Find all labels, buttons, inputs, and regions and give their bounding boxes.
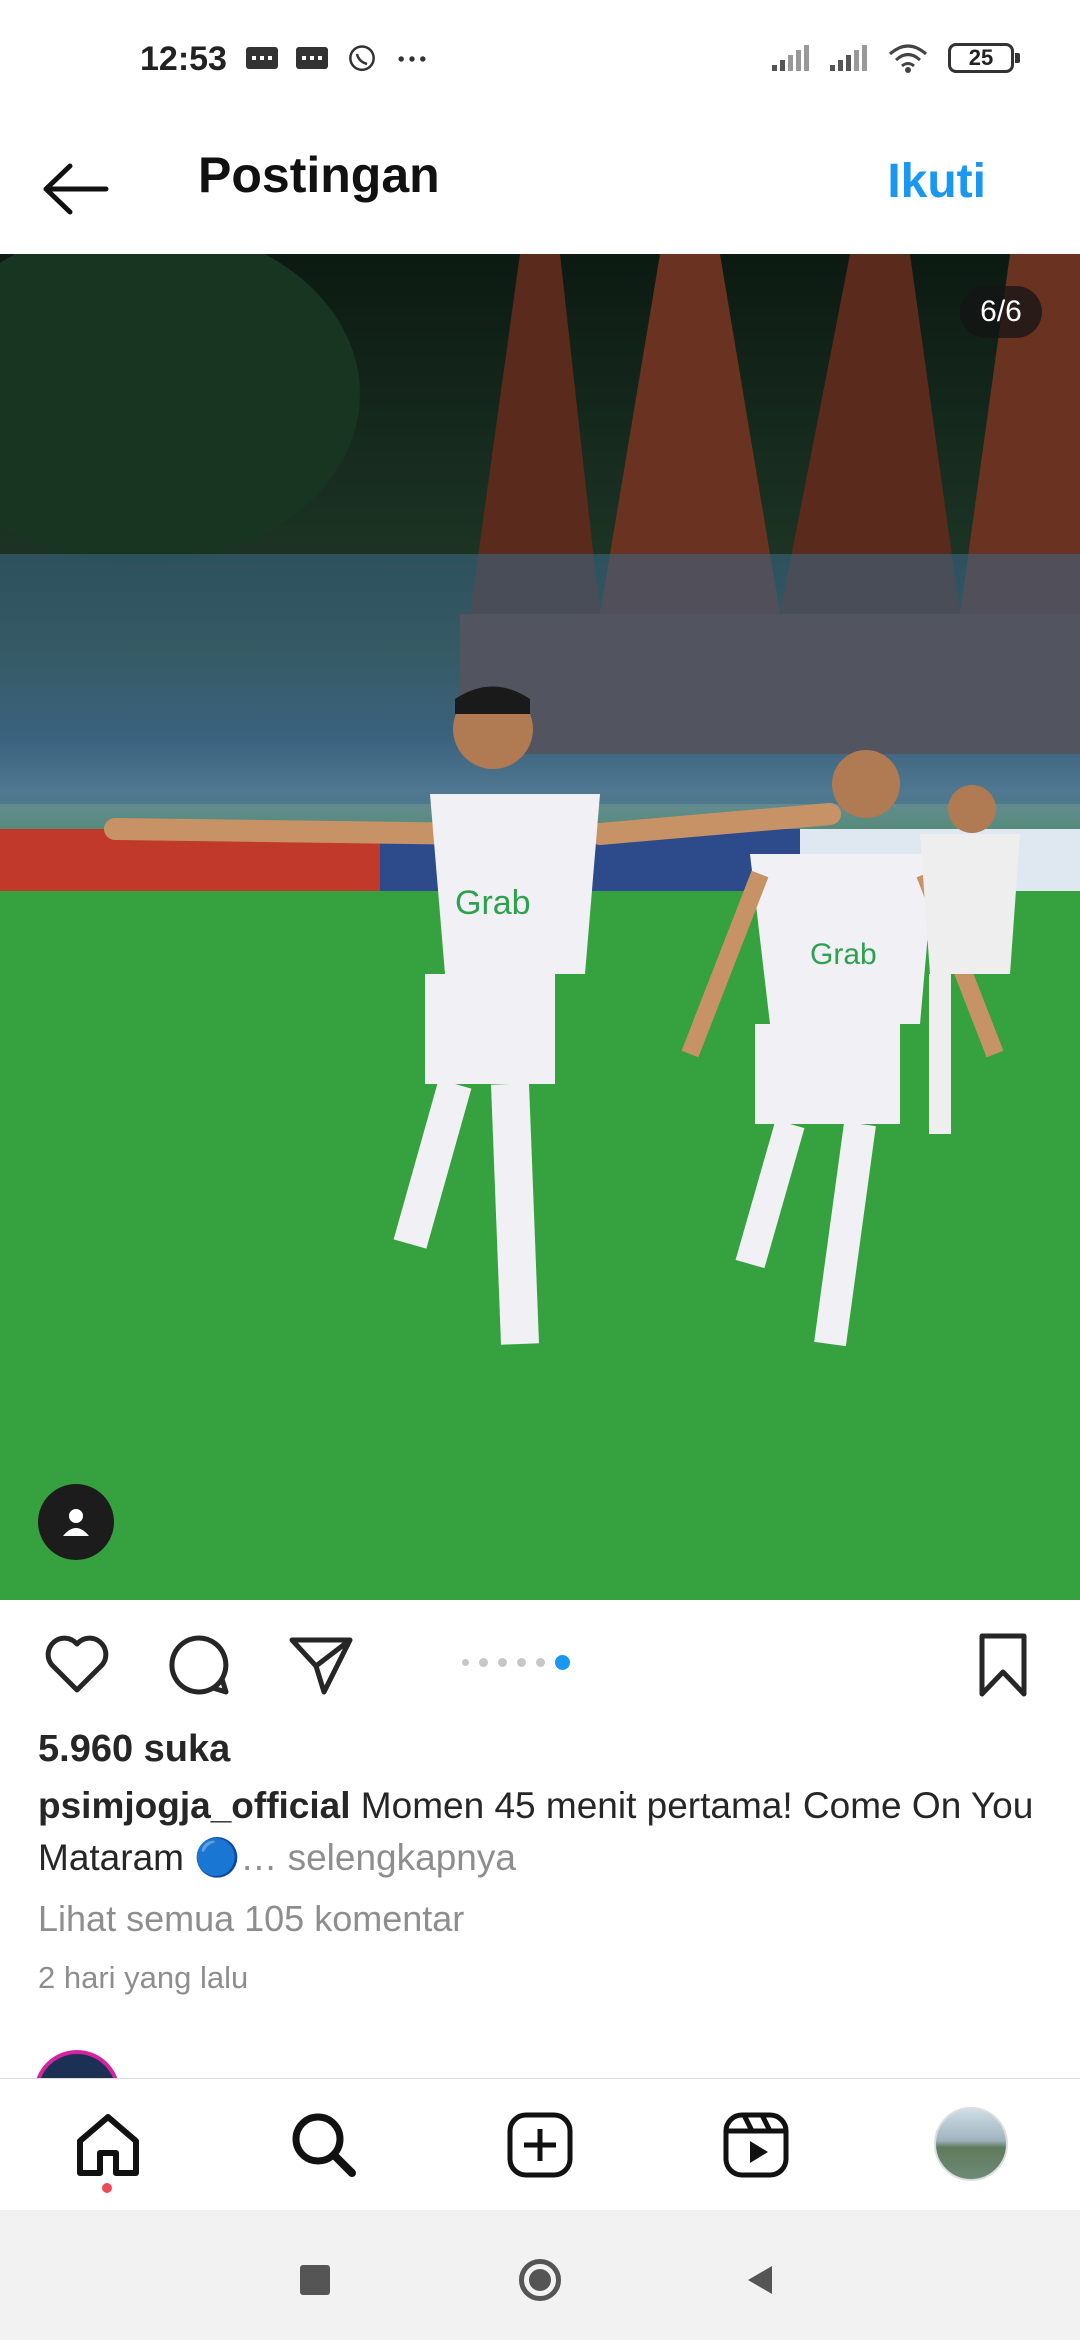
- more-dots-icon: [398, 56, 426, 62]
- caption-username[interactable]: psimjogja_official: [38, 1785, 351, 1826]
- notification-dot: [102, 2183, 112, 2193]
- home-circle-icon[interactable]: [510, 2250, 570, 2310]
- follow-button[interactable]: Ikuti: [887, 154, 986, 209]
- comment-icon[interactable]: [164, 1630, 234, 1700]
- profile-avatar[interactable]: [934, 2107, 1008, 2181]
- bottom-navigation: [0, 2078, 1080, 2211]
- carousel-dot: [498, 1658, 507, 1667]
- post-actions: [0, 1600, 1080, 1720]
- celebration-photo: Grab Grab: [0, 254, 1080, 1600]
- status-bar: 12:53 25: [0, 0, 1080, 124]
- carousel-dot-active: [555, 1655, 570, 1670]
- carousel-indicator: [462, 1655, 570, 1670]
- message-icon: [296, 47, 328, 69]
- tag-people-button[interactable]: [38, 1484, 114, 1560]
- caption-more-link[interactable]: … selengkapnya: [240, 1837, 516, 1878]
- bookmark-icon[interactable]: [968, 1630, 1038, 1700]
- reels-icon[interactable]: [718, 2107, 794, 2183]
- post-image[interactable]: Grab Grab 6/6: [0, 254, 1080, 1600]
- signal-icon: [830, 45, 867, 71]
- home-icon[interactable]: [70, 2107, 146, 2183]
- heart-icon[interactable]: [42, 1630, 112, 1700]
- svg-text:Grab: Grab: [455, 884, 531, 922]
- search-icon[interactable]: [286, 2107, 362, 2183]
- wifi-icon: [889, 44, 927, 73]
- create-icon[interactable]: [502, 2107, 578, 2183]
- share-icon[interactable]: [286, 1630, 356, 1700]
- post-timestamp: 2 hari yang lalu: [38, 1960, 249, 1995]
- back-triangle-icon[interactable]: [730, 2250, 790, 2310]
- back-arrow-icon[interactable]: [36, 154, 116, 224]
- carousel-dot: [479, 1658, 488, 1667]
- svg-text:Grab: Grab: [810, 938, 877, 971]
- post-caption: psimjogja_official Momen 45 menit pertam…: [38, 1780, 1048, 1884]
- status-time: 12:53: [140, 40, 227, 78]
- carousel-dot: [517, 1658, 526, 1667]
- person-icon: [63, 1509, 89, 1536]
- top-bar: Postingan Ikuti: [0, 124, 1080, 255]
- battery-icon: 25: [948, 43, 1020, 73]
- recents-icon[interactable]: [285, 2250, 345, 2310]
- page-title: Postingan: [198, 147, 440, 203]
- message-icon: [246, 47, 278, 69]
- whatsapp-icon: [349, 45, 375, 72]
- carousel-dot: [536, 1658, 545, 1667]
- image-counter: 6/6: [960, 286, 1042, 338]
- like-count[interactable]: 5.960 suka: [38, 1728, 230, 1771]
- view-comments-link[interactable]: Lihat semua 105 komentar: [38, 1898, 464, 1940]
- system-navigation: [0, 2210, 1080, 2340]
- carousel-dot: [462, 1659, 469, 1666]
- signal-icon: [772, 45, 809, 71]
